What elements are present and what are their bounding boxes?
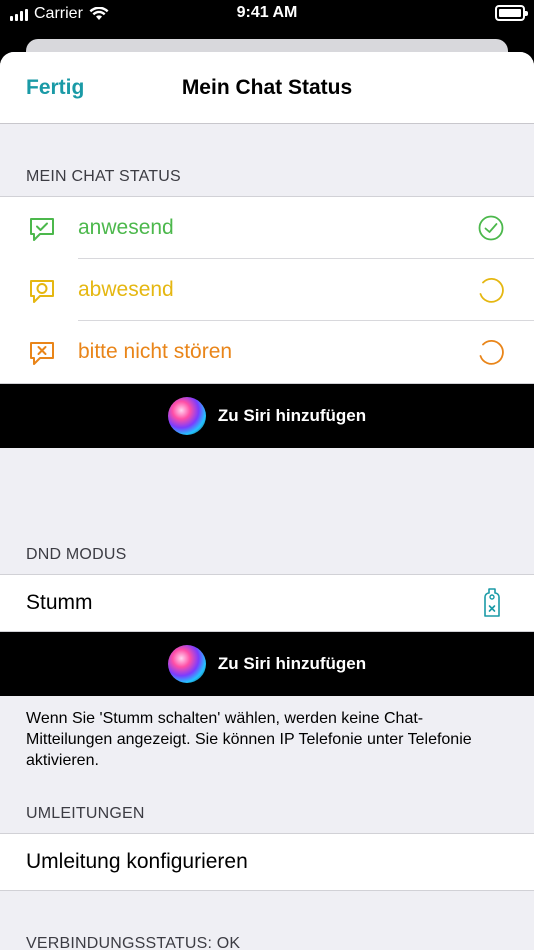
battery-icon — [495, 5, 528, 21]
status-row-present[interactable]: anwesend — [0, 197, 534, 259]
siri-icon — [167, 397, 206, 435]
status-label-away: abwesend — [78, 278, 174, 301]
chat-status-list: anwesend abwesend bitte nicht stören — [0, 196, 534, 384]
section-header-connection: VERBINDUNGSSTATUS: OK — [26, 935, 241, 950]
dnd-footer-note: Wenn Sie 'Stumm schalten' wählen, werden… — [26, 710, 472, 769]
add-to-siri-button-dnd[interactable]: Zu Siri hinzufügen — [0, 632, 534, 696]
chat-bubble-check-icon — [30, 218, 54, 241]
status-bar: Carrier 9:41 AM — [0, 0, 534, 28]
partial-circle-icon — [479, 340, 504, 365]
status-row-away[interactable]: abwesend — [0, 259, 534, 321]
mute-row[interactable]: Stumm — [0, 575, 534, 631]
add-to-siri-label: Zu Siri hinzufügen — [217, 406, 367, 425]
checkmark-circle-icon — [478, 215, 504, 241]
status-row-dnd[interactable]: bitte nicht stören — [0, 321, 534, 383]
dnd-list: Stumm — [0, 574, 534, 632]
door-hanger-icon — [484, 588, 500, 617]
status-label-dnd: bitte nicht stören — [78, 340, 233, 363]
mute-label: Stumm — [26, 591, 93, 614]
page-title: Mein Chat Status — [181, 76, 353, 99]
forwarding-list: Umleitung konfigurieren — [0, 833, 534, 891]
status-label-present: anwesend — [78, 216, 174, 239]
configure-forwarding-label: Umleitung konfigurieren — [26, 850, 248, 873]
status-bar-time: 9:41 AM — [236, 4, 298, 21]
chat-bubble-x-icon — [30, 342, 54, 365]
partial-circle-icon — [479, 278, 504, 303]
chat-bubble-away-icon — [30, 280, 54, 303]
section-header-forwarding: UMLEITUNGEN — [26, 805, 145, 822]
navigation-bar: Fertig Mein Chat Status — [0, 52, 534, 124]
add-to-siri-button-chat[interactable]: Zu Siri hinzufügen — [0, 384, 534, 448]
add-to-siri-label: Zu Siri hinzufügen — [217, 654, 367, 673]
section-header-chat-status: MEIN CHAT STATUS — [26, 168, 181, 185]
siri-icon — [167, 645, 206, 683]
configure-forwarding-row[interactable]: Umleitung konfigurieren — [0, 834, 534, 890]
modal-sheet: Fertig Mein Chat Status MEIN CHAT STATUS… — [0, 52, 534, 950]
section-header-dnd: DND MODUS — [26, 546, 127, 563]
